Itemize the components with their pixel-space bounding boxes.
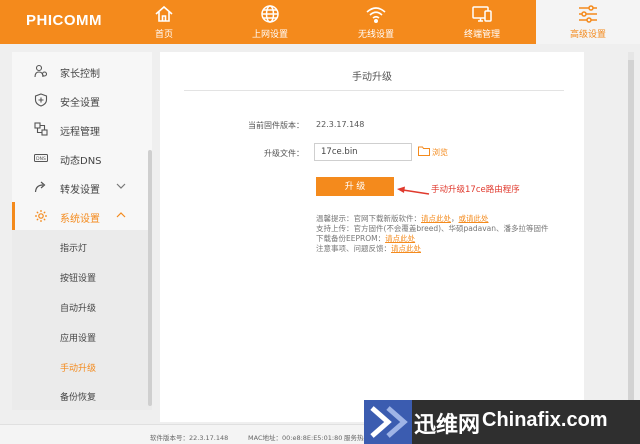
footer-firmware: 软件版本号：22.3.17.148 bbox=[150, 434, 229, 442]
submenu-item-buttons[interactable]: 按钮设置 bbox=[60, 271, 96, 284]
sidebar-item-label: 家长控制 bbox=[60, 69, 100, 80]
sidebar-scrollbar[interactable] bbox=[148, 150, 152, 406]
annotation-text: 手动升级17ce路由程序 bbox=[431, 185, 520, 195]
gear-icon bbox=[34, 209, 48, 223]
notes-line-3: 下载备份EEPROM：请点此处 bbox=[316, 234, 549, 244]
red-arrow-icon bbox=[396, 182, 430, 201]
watermark-text-cn: 迅维网 bbox=[414, 413, 481, 438]
watermark: 迅维网 Chinafix.com bbox=[364, 400, 640, 444]
browse-label: 浏览 bbox=[432, 147, 448, 157]
submenu-item-app-settings[interactable]: 应用设置 bbox=[60, 331, 96, 344]
sidebar-item-forwarding[interactable]: 转发设置 bbox=[12, 173, 152, 202]
notes-line-1: 温馨提示：官网下载新版软件：请点此处，或请此处 bbox=[316, 214, 549, 224]
chevron-down-icon[interactable] bbox=[116, 182, 126, 193]
top-navigation-bar: PHICOMM 首页 上网设置 无线设置 终端管理 高级设置 bbox=[0, 0, 640, 44]
official-download-link[interactable]: 请点此处 bbox=[421, 214, 451, 223]
svg-text:DNS: DNS bbox=[36, 156, 46, 162]
footer-mac: MAC地址：00:e8:8E:E5:01:80 bbox=[248, 434, 343, 442]
alternate-download-link[interactable]: 或请此处 bbox=[459, 214, 489, 223]
nav-home-label: 首页 bbox=[154, 30, 173, 40]
sliders-icon bbox=[536, 4, 640, 26]
upgrade-notes: 温馨提示：官网下载新版软件：请点此处，或请此处 支持上传：官方固件(不会覆盖br… bbox=[316, 214, 549, 254]
notes-line-1-text: 温馨提示：官网下载新版软件： bbox=[316, 214, 421, 223]
shield-icon bbox=[34, 93, 48, 107]
firmware-version-value: 22.3.17.148 bbox=[316, 120, 365, 129]
devices-icon bbox=[432, 4, 532, 26]
sidebar-item-label: 转发设置 bbox=[60, 185, 100, 196]
sidebar-item-parental-control[interactable]: 家长控制 bbox=[12, 57, 152, 86]
nav-wireless-label: 无线设置 bbox=[357, 30, 394, 40]
wifi-icon bbox=[326, 4, 426, 26]
sidebar-item-remote[interactable]: 远程管理 bbox=[12, 115, 152, 144]
sidebar-item-system[interactable]: 系统设置 bbox=[12, 202, 152, 231]
sidebar-item-label: 安全设置 bbox=[60, 98, 100, 109]
watermark-logo-icon bbox=[364, 400, 412, 444]
nav-home[interactable]: 首页 bbox=[114, 0, 214, 44]
forward-icon bbox=[34, 180, 48, 194]
remote-icon bbox=[34, 122, 48, 136]
nav-devices-label: 终端管理 bbox=[463, 30, 500, 40]
nav-advanced-label: 高级设置 bbox=[569, 30, 606, 40]
nav-advanced[interactable]: 高级设置 bbox=[536, 0, 640, 44]
sidebar-item-security[interactable]: 安全设置 bbox=[12, 86, 152, 115]
nav-devices[interactable]: 终端管理 bbox=[432, 0, 532, 44]
upgrade-file-input[interactable]: 17ce.bin bbox=[314, 143, 412, 161]
title-divider bbox=[184, 90, 564, 91]
nav-internet[interactable]: 上网设置 bbox=[220, 0, 320, 44]
parental-control-icon bbox=[34, 64, 48, 78]
watermark-text-en: Chinafix.com bbox=[482, 409, 608, 431]
home-icon bbox=[114, 4, 214, 26]
brand-logo: PHICOMM bbox=[26, 12, 102, 29]
chevron-up-icon[interactable] bbox=[116, 211, 126, 222]
folder-icon bbox=[418, 146, 430, 158]
upgrade-file-label: 升级文件： bbox=[264, 149, 304, 158]
dns-icon: DNS bbox=[34, 151, 48, 165]
notes-line-4-text: 注意事项、问题反馈： bbox=[316, 244, 391, 253]
firmware-version-label: 当前固件版本： bbox=[248, 121, 304, 130]
sidebar-item-ddns[interactable]: DNS 动态DNS bbox=[12, 144, 152, 173]
main-scrollbar-thumb[interactable] bbox=[628, 60, 634, 400]
notes-line-3-text: 下载备份EEPROM： bbox=[316, 234, 386, 243]
sidebar-submenu: 指示灯 按钮设置 自动升级 应用设置 手动升级 备份恢复 bbox=[12, 230, 152, 410]
upgrade-button[interactable]: 升 级 bbox=[316, 177, 394, 196]
notes-line-2: 支持上传：官方固件(不会覆盖breed)、华硕padavan、潘多拉等固件 bbox=[316, 224, 549, 233]
main-scrollbar[interactable] bbox=[628, 52, 634, 412]
sidebar-item-label: 系统设置 bbox=[60, 214, 100, 225]
submenu-item-indicator[interactable]: 指示灯 bbox=[60, 241, 87, 254]
notes-line-4: 注意事项、问题反馈：请点此处 bbox=[316, 244, 549, 254]
nav-internet-label: 上网设置 bbox=[251, 30, 288, 40]
feedback-link[interactable]: 请点此处 bbox=[391, 244, 421, 253]
sidebar-item-label: 远程管理 bbox=[60, 127, 100, 138]
browse-button[interactable]: 浏览 bbox=[418, 146, 448, 158]
globe-icon bbox=[220, 4, 320, 26]
page-title: 手动升级 bbox=[352, 72, 392, 83]
submenu-item-backup-restore[interactable]: 备份恢复 bbox=[60, 390, 96, 403]
submenu-item-auto-upgrade[interactable]: 自动升级 bbox=[60, 301, 96, 314]
notes-separator: ， bbox=[451, 214, 459, 223]
sidebar-item-label: 动态DNS bbox=[60, 156, 102, 167]
submenu-item-manual-upgrade[interactable]: 手动升级 bbox=[60, 361, 96, 374]
eeprom-backup-link[interactable]: 请点此处 bbox=[385, 234, 415, 243]
nav-wireless[interactable]: 无线设置 bbox=[326, 0, 426, 44]
